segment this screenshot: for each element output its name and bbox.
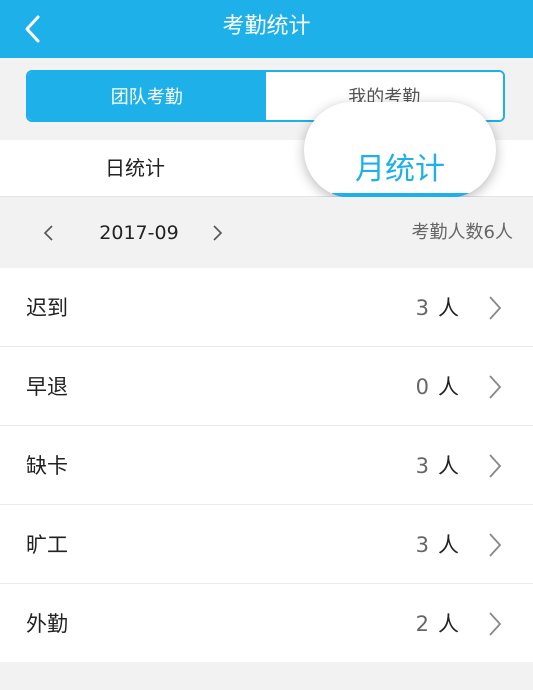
period-bar: 2017-09 考勤人数6人 [0,197,533,267]
current-period: 2017-09 [99,222,179,244]
stat-label: 外勤 [26,612,68,636]
chevron-right-icon [489,454,502,478]
stat-label: 迟到 [26,296,68,320]
stat-label: 旷工 [26,533,68,557]
stat-count: 3 [415,296,429,320]
chevron-right-icon [489,375,502,399]
stat-unit: 人 [438,612,459,636]
tab-daily-stats[interactable]: 日统计 [60,140,210,196]
stat-count: 2 [415,612,429,636]
stat-count: 3 [415,454,429,478]
stat-row-early-leave[interactable]: 早退 0 人 [0,347,533,426]
previous-month-icon[interactable] [42,223,56,243]
stat-unit: 人 [438,296,459,320]
stat-row-missing-punch[interactable]: 缺卡 3 人 [0,426,533,505]
chevron-right-icon [489,296,502,320]
stat-count: 3 [415,533,429,557]
tab-monthly-stats-label: 月统计 [355,152,445,187]
stat-unit: 人 [438,375,459,399]
next-month-icon[interactable] [210,223,224,243]
stat-unit: 人 [438,533,459,557]
tab-monthly-stats[interactable]: 月统计 [304,102,496,198]
stat-row-absent[interactable]: 旷工 3 人 [0,505,533,584]
stat-label: 早退 [26,375,68,399]
stat-unit: 人 [438,454,459,478]
stat-label: 缺卡 [26,454,68,478]
attendance-headcount: 考勤人数6人 [411,222,513,243]
stat-row-field-work[interactable]: 外勤 2 人 [0,584,533,662]
segment-team-attendance[interactable]: 团队考勤 [28,72,266,120]
stat-count: 0 [415,375,429,399]
chevron-right-icon [489,533,502,557]
app-header: 考勤统计 [0,0,533,58]
page-title: 考勤统计 [222,14,311,39]
stat-row-late[interactable]: 迟到 3 人 [0,268,533,347]
stats-list: 迟到 3 人 早退 0 人 缺卡 3 人 旷工 3 人 外勤 2 人 [0,268,533,662]
chevron-right-icon [489,612,502,636]
